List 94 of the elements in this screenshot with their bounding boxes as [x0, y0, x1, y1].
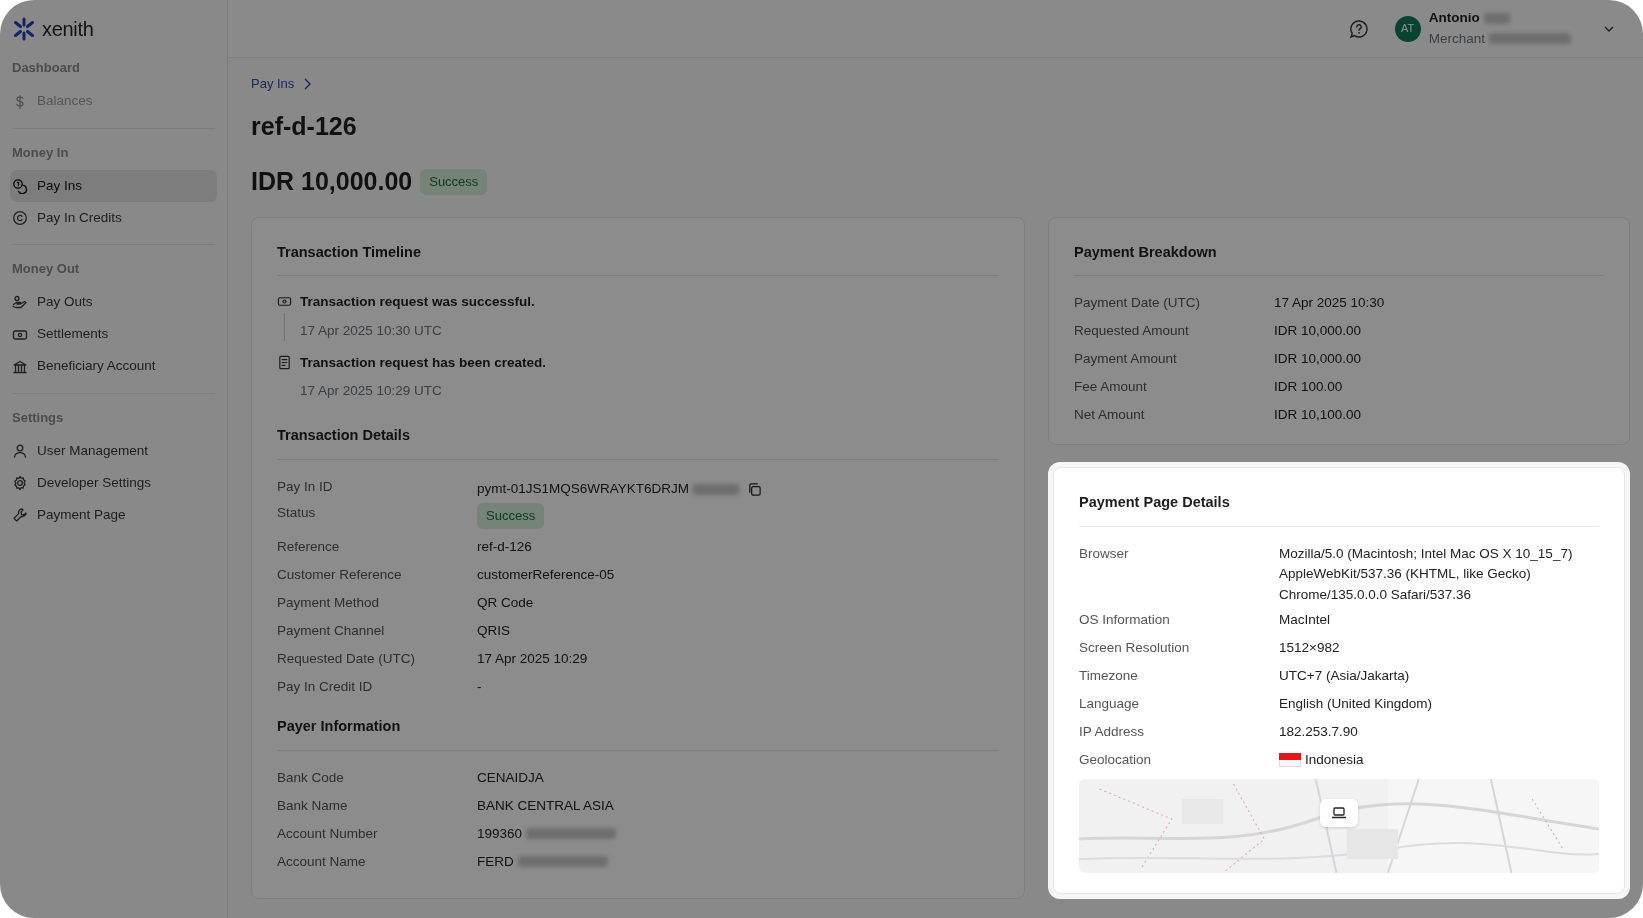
field-value: Indonesia	[1305, 750, 1364, 769]
event-text: Transaction request has been created.	[300, 353, 547, 372]
field-label: Pay In Credit ID	[277, 678, 374, 696]
field-value: 182.253.7.90	[1279, 722, 1358, 741]
sidebar-item[interactable]: Pay Ins	[10, 170, 217, 202]
field-label: Fee Amount	[1074, 378, 1148, 397]
field-value: Mozilla/5.0 (Macintosh; Intel Mac OS X 10_15_7) AppleWebKit/537.36 (KHTML, like Gecko) Chrome/135.0.0.0 Safari/537.36	[1279, 545, 1574, 604]
field-value: MacIntel	[1279, 610, 1331, 629]
field-value: 17 Apr 2025 10:30	[1274, 294, 1385, 313]
laptop-icon	[1331, 805, 1347, 820]
field-value: BANK CENTRAL ASIA	[477, 796, 614, 815]
field-value: -	[477, 678, 482, 696]
field-label: IP Address	[1079, 722, 1146, 741]
breadcrumb-link[interactable]: Pay Ins	[251, 74, 295, 94]
user-role: Merchant	[1428, 29, 1485, 48]
card-title: Payment Page Details	[1079, 492, 1599, 527]
field-label: Payment Channel	[277, 622, 386, 640]
avatar: AT	[1394, 15, 1421, 42]
hand-coins-icon	[12, 294, 28, 311]
section-title: Money Out	[12, 260, 81, 278]
field-label: Screen Resolution	[1079, 638, 1191, 657]
coins-icon	[12, 178, 28, 194]
field-value: CENAIDJA	[477, 768, 544, 787]
brand-name: xenith	[42, 17, 94, 42]
field-label: Requested Amount	[1074, 322, 1190, 341]
field-label: Browser	[1079, 545, 1130, 563]
field-value: customerReference-05	[477, 566, 615, 584]
event-text: Transaction request was successful.	[300, 293, 535, 312]
section-title: Dashboard	[12, 59, 81, 77]
field-label: Account Number	[277, 824, 379, 843]
help-icon	[1348, 19, 1369, 40]
blurred-text	[1483, 12, 1510, 24]
field-value: QR Code	[477, 594, 534, 612]
field-value: English (United Kingdom)	[1279, 694, 1433, 713]
field-value: FERD	[477, 852, 514, 871]
card-title: Payment Breakdown	[1074, 241, 1604, 277]
section-title: Settings	[12, 408, 65, 427]
field-value: ref-d-126	[477, 538, 532, 556]
section-title: Money In	[12, 143, 70, 162]
sidebar-item[interactable]: Pay Outs	[10, 286, 217, 319]
card-title: Transaction Timeline	[277, 241, 999, 277]
card-title: Payer Information	[277, 716, 999, 751]
field-label: Payment Method	[277, 594, 381, 612]
copy-icon	[747, 482, 763, 498]
sidebar-item[interactable]: User Management	[10, 435, 217, 467]
blurred-text	[693, 483, 740, 495]
field-value: 199360	[477, 824, 523, 843]
field-label: Timezone	[1079, 666, 1139, 685]
page-title: ref-d-126	[251, 110, 358, 142]
field-value: IDR 100.00	[1274, 378, 1343, 397]
event-time: 17 Apr 2025 10:29 UTC	[300, 382, 443, 400]
sidebar-item[interactable]: Settlements	[10, 318, 217, 351]
bank-icon	[12, 358, 28, 375]
field-label: Bank Name	[277, 796, 349, 815]
field-value: UTC+7 (Asia/Jakarta)	[1279, 666, 1410, 685]
flag-icon	[1279, 752, 1301, 767]
gear-icon	[12, 475, 28, 491]
field-label: Reference	[277, 538, 341, 556]
sidebar-item[interactable]: Developer Settings	[10, 467, 217, 499]
field-label: Pay In ID	[277, 478, 334, 496]
field-label: Bank Code	[277, 768, 345, 787]
map-marker[interactable]	[1320, 798, 1358, 827]
sidebar-item[interactable]: Beneficiary Account	[10, 350, 217, 383]
copyright-icon	[12, 210, 28, 226]
sidebar-item[interactable]: Payment Page	[10, 499, 217, 531]
status-badge: Success	[420, 169, 488, 195]
amount: IDR 10,000.00	[251, 166, 413, 197]
field-label: Account Name	[277, 852, 367, 871]
field-label: Payment Amount	[1074, 350, 1178, 369]
field-value: 1512×982	[1279, 638, 1340, 657]
event-time: 17 Apr 2025 10:30 UTC	[300, 321, 443, 340]
field-label: Status	[277, 504, 317, 522]
field-label: Requested Date (UTC)	[277, 650, 417, 668]
field-value: IDR 10,000.00	[1274, 322, 1362, 341]
chevron-right-icon	[302, 77, 313, 90]
field-label: Geolocation	[1079, 750, 1153, 769]
field-value: IDR 10,000.00	[1274, 350, 1362, 369]
field-label: Net Amount	[1074, 406, 1146, 425]
field-label: Payment Date (UTC)	[1074, 294, 1202, 313]
field-value: 17 Apr 2025 10:29	[477, 650, 588, 668]
field-value: IDR 10,100.00	[1274, 406, 1362, 425]
field-value: QRIS	[477, 622, 510, 640]
field-label: OS Information	[1079, 610, 1171, 629]
sidebar-item[interactable]: Pay In Credits	[10, 202, 217, 234]
user-icon	[12, 443, 28, 459]
user-name: Antonio	[1428, 9, 1480, 28]
logo-icon	[12, 17, 36, 41]
field-label: Customer Reference	[277, 566, 403, 584]
field-value: pymt-01JS1MQS6WRAYKT6DRJM	[477, 479, 690, 498]
field-label: Language	[1079, 694, 1141, 713]
card-title: Transaction Details	[277, 425, 999, 460]
wrench-icon	[12, 507, 28, 523]
receipt-icon	[277, 354, 292, 370]
status-badge: Success	[477, 503, 545, 529]
